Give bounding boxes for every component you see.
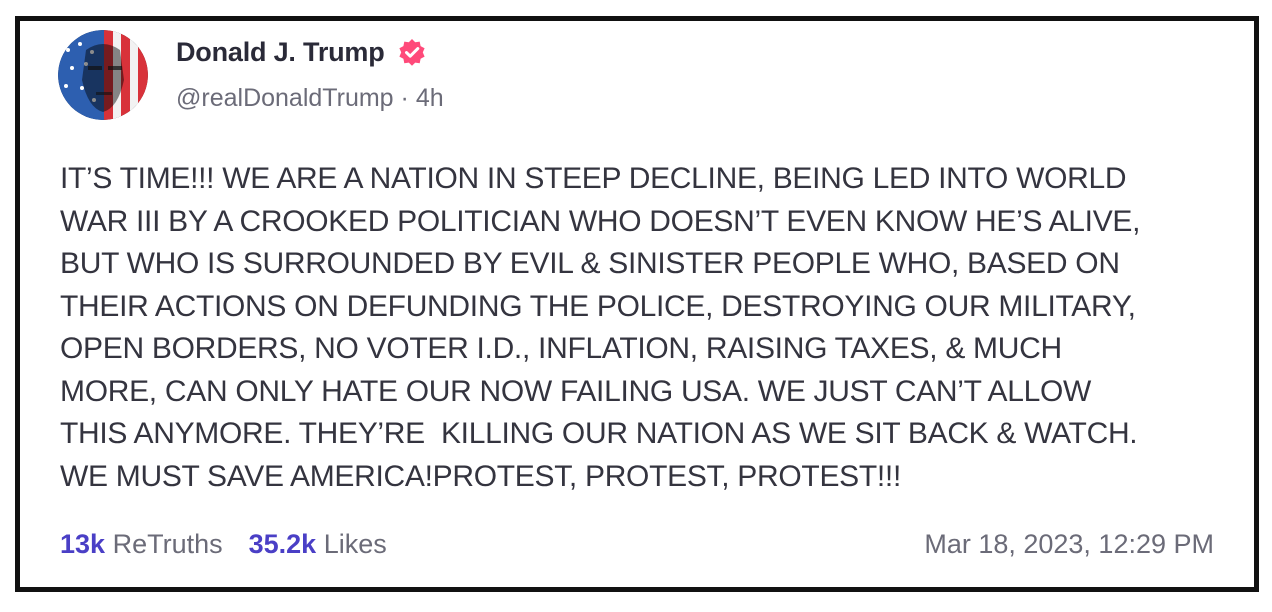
post-card: Donald J. Trump @realDonaldTrump · 4h IT… xyxy=(15,16,1259,592)
post-stats: 13k ReTruths 35.2k Likes xyxy=(60,529,387,560)
likes-stat[interactable]: 35.2k Likes xyxy=(249,529,387,560)
author-handle[interactable]: @realDonaldTrump xyxy=(176,84,394,112)
likes-count: 35.2k xyxy=(248,529,317,559)
handle-separator: · xyxy=(393,84,416,112)
avatar[interactable] xyxy=(58,30,148,120)
author-name[interactable]: Donald J. Trump xyxy=(176,37,385,68)
post-time-ago[interactable]: 4h xyxy=(416,84,444,112)
retruths-label: ReTruths xyxy=(112,529,223,559)
likes-label: Likes xyxy=(323,529,387,559)
post-timestamp[interactable]: Mar 18, 2023, 12:29 PM xyxy=(924,529,1214,560)
avatar-image xyxy=(58,30,148,120)
verified-badge-icon xyxy=(397,38,427,68)
post-body: IT’S TIME!!! WE ARE A NATION IN STEEP DE… xyxy=(60,162,1141,493)
author-row: Donald J. Trump xyxy=(176,37,427,68)
retruths-count: 13k xyxy=(60,529,106,559)
retruths-stat[interactable]: 13k ReTruths xyxy=(60,529,223,560)
handle-row: @realDonaldTrump · 4h xyxy=(176,84,444,113)
